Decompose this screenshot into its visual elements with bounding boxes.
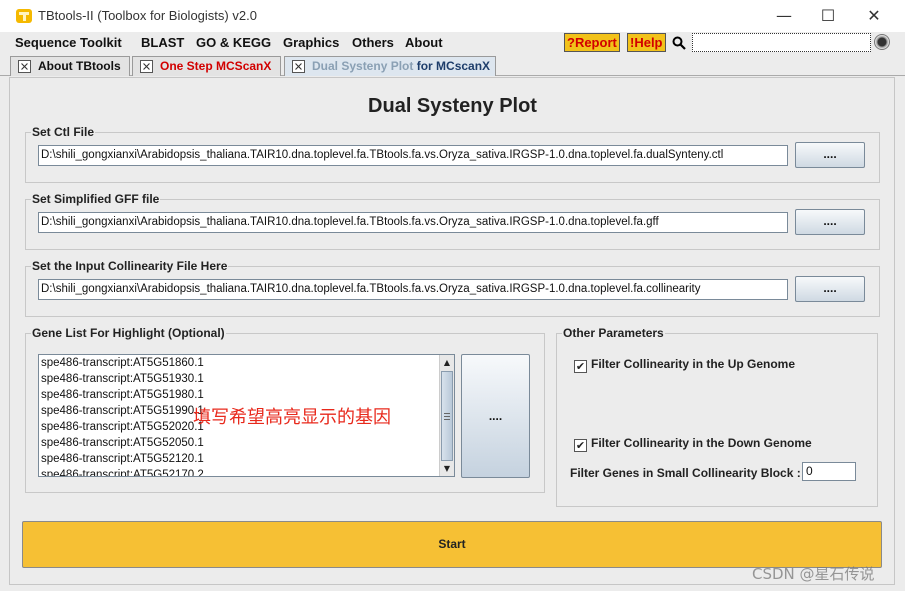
menu-others[interactable]: Others [352,35,394,50]
filter-down-genome-checkbox[interactable]: ✔ Filter Collinearity in the Down Genome [574,436,812,452]
list-item: spe486-transcript:AT5G51980.1 [41,389,204,401]
tab-close-icon[interactable] [18,60,31,73]
gff-browse-button[interactable]: .... [795,209,865,235]
grip-line [444,419,450,420]
menu-blast[interactable]: BLAST [141,35,184,50]
filter-up-genome-checkbox[interactable]: ✔ Filter Collinearity in the Up Genome [574,357,795,373]
close-window-button[interactable]: ✕ [857,4,891,28]
tab-label: for MCscanX [413,59,491,73]
tbtools-logo-icon [16,9,32,23]
title-bar: TBtools-II (Toolbox for Biologists) v2.0… [0,0,905,32]
group-title: Set the Input Collinearity File Here [31,259,229,273]
small-block-input[interactable]: 0 [802,462,856,481]
gff-file-input[interactable]: D:\shili_gongxianxi\Arabidopsis_thaliana… [38,212,788,233]
group-title: Set Ctl File [31,125,96,139]
menu-go-kegg[interactable]: GO & KEGG [196,35,271,50]
scroll-thumb[interactable] [441,371,453,461]
menu-about[interactable]: About [405,35,443,50]
checkbox-check-icon[interactable]: ✔ [574,439,587,452]
tab-one-step-mcscanx[interactable]: One Step MCScanX [132,56,281,76]
help-button[interactable]: !Help [627,33,666,52]
grip-line [444,413,450,414]
tab-label: MCScanX [212,59,272,73]
tab-label-prefix: Dual Systeny Plot [312,59,414,73]
group-title: Other Parameters [562,326,665,340]
checkbox-label: Filter Collinearity in the Up Genome [591,357,796,371]
ctl-file-input[interactable]: D:\shili_gongxianxi\Arabidopsis_thaliana… [38,145,788,166]
tab-about-tbtools[interactable]: About TBtools [10,56,130,76]
menu-bar: Sequence Toolkit BLAST GO & KEGG Graphic… [0,32,905,54]
search-icon[interactable] [672,36,686,50]
list-item: spe486-transcript:AT5G52120.1 [41,453,204,465]
app-window: TBtools-II (Toolbox for Biologists) v2.0… [0,0,905,591]
ctl-browse-button[interactable]: .... [795,142,865,168]
menu-graphics[interactable]: Graphics [283,35,339,50]
tab-label: About TBtools [38,59,121,73]
start-button[interactable]: Start [22,521,882,568]
checkbox-check-icon[interactable]: ✔ [574,360,587,373]
tab-strip: About TBtools One Step MCScanX Dual Syst… [0,55,905,76]
scroll-up-icon[interactable]: ▲ [441,357,453,369]
list-item: spe486-transcript:AT5G52050.1 [41,437,204,449]
vertical-scrollbar[interactable]: ▲ ▼ [439,355,454,476]
collinearity-browse-button[interactable]: .... [795,276,865,302]
tab-close-icon[interactable] [292,60,305,73]
annotation-overlay: 填写希望高亮显示的基因 [193,407,391,428]
menu-sequence-toolkit[interactable]: Sequence Toolkit [15,35,122,50]
small-block-label: Filter Genes in Small Collinearity Block… [570,466,801,480]
status-radio-icon[interactable] [874,34,890,50]
scroll-down-icon[interactable]: ▼ [441,463,453,475]
collinearity-file-input[interactable]: D:\shili_gongxianxi\Arabidopsis_thaliana… [38,279,788,300]
search-input[interactable] [692,33,871,52]
list-item: spe486-transcript:AT5G52170.2 [41,469,204,477]
report-button[interactable]: ?Report [564,33,620,52]
group-title: Gene List For Highlight (Optional) [31,326,226,340]
maximize-button[interactable]: ☐ [811,4,845,28]
grip-line [444,416,450,417]
tab-close-icon[interactable] [140,60,153,73]
group-title: Set Simplified GFF file [31,192,161,206]
list-item: spe486-transcript:AT5G51930.1 [41,373,204,385]
watermark: CSDN @星石传说 [752,565,875,583]
checkbox-label: Filter Collinearity in the Down Genome [591,436,812,450]
tab-dual-systeny-plot[interactable]: Dual Systeny Plot for MCscanX [284,56,496,76]
tab-label-prefix: One Step [160,59,213,73]
list-item: spe486-transcript:AT5G51860.1 [41,357,204,369]
gene-list-browse-button[interactable]: .... [461,354,530,478]
window-title: TBtools-II (Toolbox for Biologists) v2.0 [38,8,257,23]
minimize-button[interactable]: — [767,4,801,28]
page-title: Dual Systeny Plot [368,95,537,117]
